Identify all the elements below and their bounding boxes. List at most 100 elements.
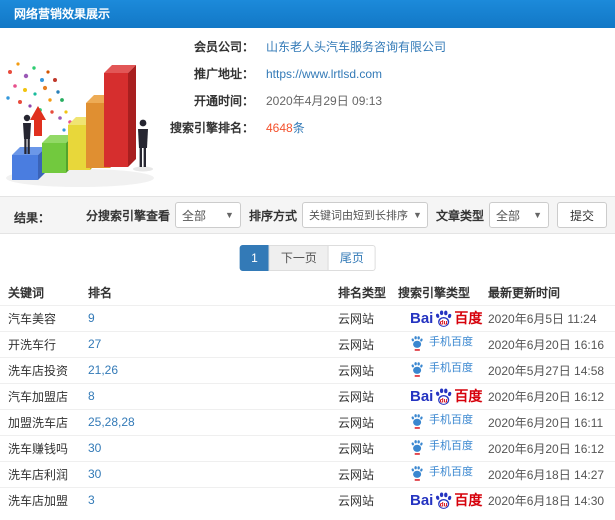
page-1-button[interactable]: 1 — [239, 245, 270, 271]
info-value-link[interactable]: https://www.lrtlsd.com — [266, 67, 382, 81]
table-row: 开洗车行 27 云网站 手机百度 2020年6月20日 16:16 — [0, 330, 615, 357]
keyword-cell: 汽车加盟店 — [0, 382, 88, 409]
rank-link[interactable]: 30 — [88, 467, 101, 481]
results-table: 关键词 排名 排名类型 搜索引擎类型 最新更新时间 汽车美容 9 云网站 Bai du 百… — [0, 280, 615, 513]
rank-cell: 30 — [88, 434, 338, 461]
chevron-down-icon: ▼ — [412, 210, 422, 220]
bar-chart-illustration — [0, 32, 180, 192]
businessman-right — [138, 119, 148, 167]
info-row: 推广地址： https://www.lrtlsd.com — [168, 60, 446, 87]
result-label: 结果： — [14, 211, 51, 225]
rank-type-cell: 云网站 — [338, 382, 398, 409]
mobile-baidu-paw-icon — [411, 335, 423, 351]
sort-filter-select[interactable]: 关键词由短到长排序 ▼ — [301, 202, 428, 228]
engine-cell: 手机百度 — [398, 460, 488, 487]
mobile-baidu-paw-icon — [411, 465, 423, 481]
baidu-paw-icon: du — [436, 492, 452, 509]
baidu-logo: Bai du 百度 — [410, 309, 483, 327]
info-label: 搜索引擎排名： — [169, 121, 254, 135]
updated-cell: 2020年6月20日 16:12 — [488, 434, 615, 461]
svg-text:du: du — [440, 319, 448, 326]
rank-link[interactable]: 8 — [88, 389, 95, 403]
info-label: 会员公司： — [193, 40, 254, 54]
mobile-baidu-logo: 手机百度 — [410, 413, 473, 429]
rank-type-cell: 云网站 — [338, 304, 398, 331]
col-keyword: 关键词 — [8, 285, 45, 300]
info-label: 推广地址： — [193, 67, 254, 81]
baidu-paw-icon: du — [436, 310, 452, 327]
account-info: 会员公司： 山东老人头汽车服务咨询有限公司 推广地址： https://www.lrt… — [168, 33, 446, 141]
rank-cell: 27 — [88, 330, 338, 357]
engine-filter-select[interactable]: 全部 ▼ — [174, 202, 241, 228]
rank-cell: 21,26 — [88, 356, 338, 383]
rank-cell: 8 — [88, 382, 338, 409]
filter-controls: 分搜索引擎查看 全部 ▼ 排序方式 关键词由短到长排序 ▼ 文章类型 全部 ▼ … — [78, 202, 607, 228]
table-row: 汽车加盟店 8 云网站 Bai du 百度 2020年6月20日 16:12 — [0, 382, 615, 409]
rank-link[interactable]: 3 — [88, 493, 95, 507]
rank-link[interactable]: 30 — [88, 441, 101, 455]
engine-cell: Bai du 百度 — [398, 382, 488, 409]
mobile-baidu-logo: 手机百度 — [410, 335, 473, 351]
rank-cell: 25,28,28 — [88, 408, 338, 435]
chevron-down-icon: ▼ — [533, 210, 542, 220]
article-type-select[interactable]: 全部 ▼ — [488, 202, 549, 228]
keyword-cell: 加盟洗车店 — [0, 408, 88, 435]
keyword-cell: 洗车赚钱吗 — [0, 434, 88, 461]
table-row: 洗车赚钱吗 30 云网站 手机百度 2020年6月20日 16:12 — [0, 434, 615, 461]
engine-filter-value: 全部 — [181, 208, 206, 223]
rank-link[interactable]: 25,28,28 — [88, 415, 135, 429]
updated-cell: 2020年6月18日 14:30 — [488, 486, 615, 513]
table-row: 洗车店利润 30 云网站 手机百度 2020年6月18日 14:27 — [0, 460, 615, 487]
info-value-link[interactable]: 山东老人头汽车服务咨询有限公司 — [266, 38, 446, 55]
mobile-baidu-logo: 手机百度 — [410, 439, 473, 455]
filter-bar: 结果： 分搜索引擎查看 全部 ▼ 排序方式 关键词由短到长排序 ▼ 文章类型 全… — [0, 196, 615, 234]
col-updated: 最新更新时间 — [488, 285, 561, 300]
engine-cell: Bai du 百度 — [398, 486, 488, 513]
rank-link[interactable]: 9 — [88, 311, 95, 325]
info-value-text: 2020年4月29日 09:13 — [266, 94, 383, 108]
info-row: 搜索引擎排名： 4648条 — [168, 114, 446, 141]
rank-type-cell: 云网站 — [338, 330, 398, 357]
rank-type-cell: 云网站 — [338, 408, 398, 435]
info-row: 会员公司： 山东老人头汽车服务咨询有限公司 — [168, 33, 446, 60]
updated-cell: 2020年6月20日 16:11 — [488, 408, 615, 435]
updated-cell: 2020年6月20日 16:16 — [488, 330, 615, 357]
last-page-button[interactable]: 尾页 — [327, 245, 376, 271]
mobile-baidu-paw-icon — [411, 439, 423, 455]
mobile-baidu-logo: 手机百度 — [410, 361, 473, 377]
rank-type-cell: 云网站 — [338, 486, 398, 513]
baidu-logo: Bai du 百度 — [410, 491, 483, 509]
info-label: 开通时间： — [193, 94, 254, 108]
page: 网络营销效果展示 会员公司： 山东老人头汽车服务咨询有限公司 推广地址： htt… — [0, 0, 615, 520]
mobile-baidu-paw-icon — [411, 413, 423, 429]
table-row: 洗车店投资 21,26 云网站 手机百度 2020年5月27日 14:58 — [0, 356, 615, 383]
baidu-logo: Bai du 百度 — [410, 387, 483, 405]
sort-filter-value: 关键词由短到长排序 — [308, 210, 408, 222]
col-engine-type: 搜索引擎类型 — [398, 285, 471, 300]
col-rank: 排名 — [88, 285, 113, 300]
rank-link[interactable]: 21,26 — [88, 363, 118, 377]
chevron-down-icon: ▼ — [225, 210, 234, 220]
next-page-button[interactable]: 下一页 — [268, 245, 329, 271]
rank-type-cell: 云网站 — [338, 356, 398, 383]
submit-button[interactable]: 提交 — [556, 202, 607, 228]
updated-cell: 2020年5月27日 14:58 — [488, 356, 615, 383]
updated-cell: 2020年6月18日 14:27 — [488, 460, 615, 487]
updated-cell: 2020年6月5日 11:24 — [488, 304, 615, 331]
article-type-label: 文章类型 — [435, 208, 484, 223]
mobile-baidu-paw-icon — [411, 361, 423, 377]
page-title: 网络营销效果展示 — [14, 7, 111, 21]
table-row: 汽车美容 9 云网站 Bai du 百度 2020年6月5日 11:24 — [0, 304, 615, 331]
rank-cell: 9 — [88, 304, 338, 331]
engine-cell: Bai du 百度 — [398, 304, 488, 331]
keyword-cell: 洗车店利润 — [0, 460, 88, 487]
rank-link[interactable]: 27 — [88, 337, 101, 351]
keyword-cell: 洗车店投资 — [0, 356, 88, 383]
svg-text:du: du — [440, 501, 448, 508]
engine-cell: 手机百度 — [398, 330, 488, 357]
keyword-cell: 洗车店加盟 — [0, 486, 88, 513]
rank-cell: 3 — [88, 486, 338, 513]
engine-cell: 手机百度 — [398, 408, 488, 435]
sort-filter-label: 排序方式 — [248, 208, 297, 223]
table-header-row: 关键词 排名 排名类型 搜索引擎类型 最新更新时间 — [0, 280, 615, 305]
